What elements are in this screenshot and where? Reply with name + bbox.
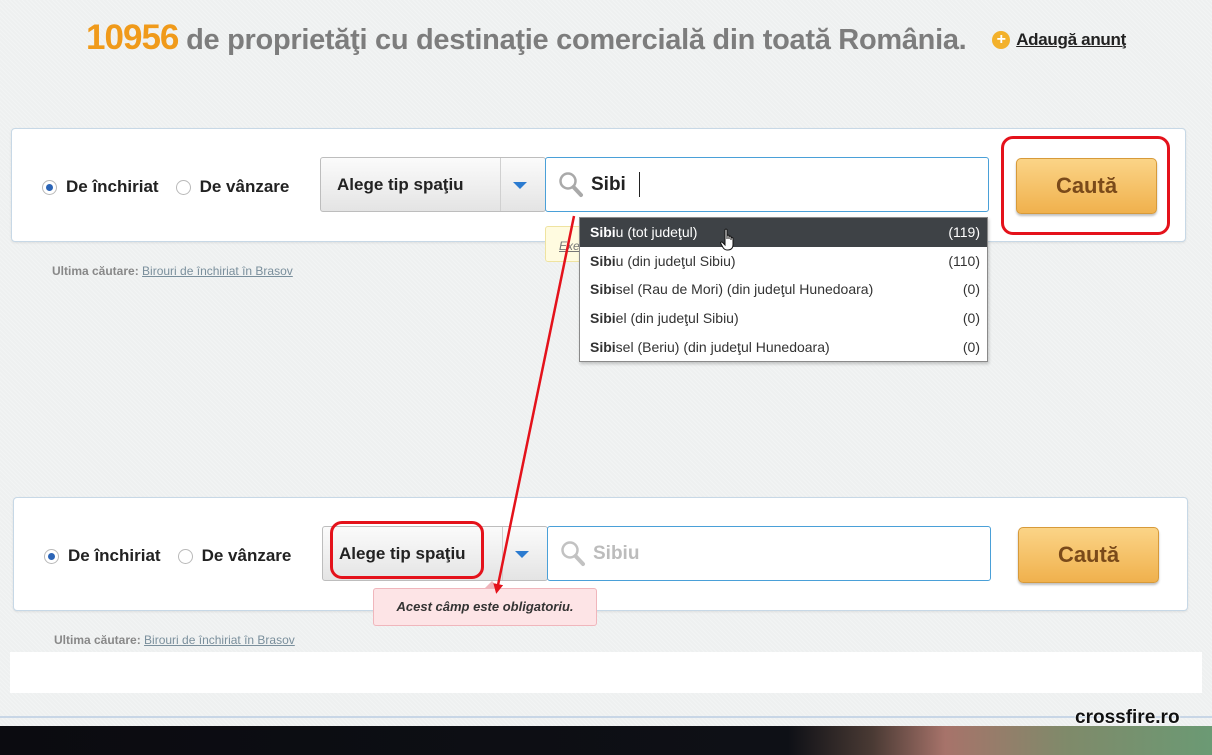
- suggestion-text: sel (Rau de Mori) (din judeţul Hunedoara…: [615, 281, 874, 298]
- location-search-input-bottom[interactable]: [593, 539, 973, 569]
- page-headline: 10956 de proprietăţi cu destinaţie comer…: [0, 18, 1212, 58]
- listing-type-radios-top: De închiriat De vânzare: [42, 177, 306, 197]
- add-listing-link[interactable]: + Adaugă anunţ: [992, 30, 1126, 49]
- radio-sale-top[interactable]: De vânzare: [175, 177, 290, 197]
- suggestion-count: (119): [948, 224, 980, 241]
- radio-rent-label: De închiriat: [66, 177, 159, 196]
- suggestion-item[interactable]: Sibisel (Beriu) (din judeţul Hunedoara) (…: [580, 332, 987, 361]
- footer-background: [0, 726, 1212, 755]
- suggestion-count: (0): [962, 281, 980, 298]
- last-search-link[interactable]: Birouri de închiriat în Brasov: [144, 633, 295, 647]
- footer-divider: [0, 716, 1212, 718]
- location-search-input-top[interactable]: [591, 170, 971, 200]
- listing-type-radios-bottom: De închiriat De vânzare: [44, 546, 308, 566]
- radio-sale-label: De vânzare: [201, 546, 292, 565]
- text-caret: [639, 172, 640, 197]
- suggestion-match: Sibi: [590, 224, 616, 241]
- last-search-label: Ultima căutare:: [54, 633, 141, 647]
- search-button-bottom[interactable]: Caută: [1018, 527, 1159, 583]
- suggestion-count: (0): [962, 310, 980, 327]
- suggestion-item[interactable]: Sibisel (Rau de Mori) (din judeţul Huned…: [580, 275, 987, 304]
- radio-rent-label: De închiriat: [68, 546, 161, 565]
- search-icon: [559, 172, 583, 197]
- radio-rent-indicator[interactable]: [42, 179, 57, 195]
- last-search-link[interactable]: Birouri de închiriat în Brasov: [142, 264, 293, 278]
- radio-sale-indicator[interactable]: [175, 179, 191, 195]
- location-search-box-bottom[interactable]: [547, 526, 991, 581]
- search-icon: [561, 541, 585, 566]
- plus-circle-icon: +: [992, 31, 1011, 49]
- property-count: 10956: [86, 18, 179, 57]
- required-field-error: Acest câmp este obligatoriu.: [373, 581, 597, 626]
- suggestion-item[interactable]: Sibiu (tot judeţul) (119): [580, 218, 987, 247]
- suggestion-match: Sibi: [590, 338, 616, 355]
- add-listing-label: Adaugă anunţ: [1016, 30, 1126, 49]
- hand-cursor-icon: [720, 228, 734, 251]
- last-search-label: Ultima căutare:: [52, 264, 139, 278]
- footer-white-band: [10, 652, 1202, 693]
- annotation-highlight-search-button: [1001, 136, 1170, 235]
- last-search-top: Ultima căutare: Birouri de închiriat în …: [52, 264, 293, 278]
- radio-rent-bottom[interactable]: De închiriat: [44, 546, 161, 566]
- suggestion-text: sel (Beriu) (din judeţul Hunedoara): [615, 338, 830, 355]
- radio-sale-label: De vânzare: [199, 177, 290, 196]
- suggestion-match: Sibi: [590, 252, 616, 269]
- last-search-bottom: Ultima căutare: Birouri de închiriat în …: [54, 633, 295, 647]
- radio-rent-indicator[interactable]: [44, 548, 59, 564]
- suggestion-match: Sibi: [590, 310, 616, 327]
- suggestion-text: el (din judeţul Sibiu): [615, 310, 739, 327]
- radio-rent-top[interactable]: De închiriat: [42, 177, 159, 197]
- autocomplete-dropdown: Sibiu (tot judeţul) (119) Sibiu (din jude…: [579, 217, 988, 362]
- annotation-highlight-space-type: [330, 521, 484, 579]
- space-type-select-top[interactable]: Alege tip spaţiu: [320, 157, 546, 212]
- chevron-down-icon[interactable]: [515, 551, 529, 558]
- suggestion-text: u (tot judeţul): [615, 224, 698, 241]
- space-type-select-label: Alege tip spaţiu: [337, 175, 464, 194]
- chevron-down-icon[interactable]: [513, 182, 527, 189]
- suggestion-count: (110): [948, 252, 980, 269]
- location-search-box-top[interactable]: [545, 157, 989, 212]
- watermark: crossfire.ro: [1075, 707, 1180, 728]
- suggestion-item[interactable]: Sibiu (din judeţul Sibiu) (110): [580, 247, 987, 276]
- suggestion-item[interactable]: Sibiel (din judeţul Sibiu) (0): [580, 304, 987, 333]
- suggestion-text: u (din judeţul Sibiu): [615, 252, 736, 269]
- suggestion-match: Sibi: [590, 281, 616, 298]
- headline-text: de proprietăţi cu destinaţie comercială …: [178, 24, 967, 56]
- suggestion-count: (0): [962, 338, 980, 355]
- radio-sale-indicator[interactable]: [177, 548, 193, 564]
- radio-sale-bottom[interactable]: De vânzare: [177, 546, 292, 566]
